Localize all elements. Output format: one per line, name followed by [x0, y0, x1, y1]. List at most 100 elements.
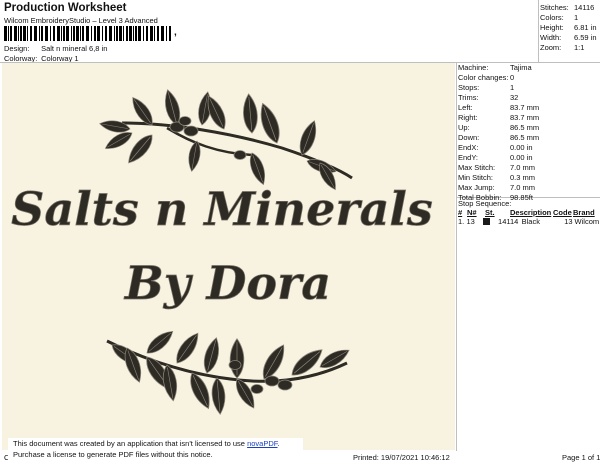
machine-info-row: EndX: 0.00 in: [458, 143, 600, 153]
machine-info-label: Up:: [458, 123, 470, 132]
barcode-bar: [41, 26, 43, 41]
machine-info-value: 1: [510, 83, 515, 92]
machine-info-value: 0: [510, 73, 515, 82]
stat-row-height: Height: 6.81 in: [540, 23, 597, 32]
design-text-line1: Salts n Minerals: [11, 182, 433, 236]
barcode-bar: [109, 26, 112, 41]
design-label: Design:: [4, 44, 30, 53]
barcode-suffix: ,: [174, 27, 177, 38]
barcode-bar: [80, 26, 81, 41]
barcode-bar: [66, 26, 69, 41]
machine-info-row: Max Stitch: 7.0 mm: [458, 163, 600, 173]
barcode-bar: [133, 26, 134, 41]
stat-row-zoom: Zoom: 1:1: [540, 43, 585, 52]
machine-info-value: 86.5 mm: [510, 123, 540, 132]
software-name: Wilcom EmbroideryStudio – Level 3 Advanc…: [4, 16, 158, 25]
stat-row-stitches: Stitches: 14116: [540, 3, 595, 12]
machine-info-label: EndX:: [458, 143, 479, 152]
barcode-bar: [157, 26, 159, 41]
machine-info-value: 7.0 mm: [510, 183, 536, 192]
barcode-bar: [154, 26, 155, 41]
barcode-bar: [169, 26, 171, 41]
barcode-bar: [8, 26, 9, 41]
barcode-bar: [143, 26, 144, 41]
machine-info-row: Max Jump: 7.0 mm: [458, 183, 600, 193]
barcode-bar: [116, 26, 118, 41]
barcode-bar: [71, 26, 72, 41]
barcode-bar: [102, 26, 103, 41]
novapdf-link[interactable]: novaPDF: [247, 439, 277, 448]
machine-info-value: 0.00 in: [510, 143, 533, 152]
barcode-bar: [14, 26, 17, 41]
machine-info-label: Min Stitch:: [458, 173, 494, 182]
barcode-bar: [86, 26, 89, 41]
stop-sequence-header: # N# St. Description Code Brand: [458, 208, 595, 217]
machine-info-row: Up: 86.5 mm: [458, 123, 600, 133]
machine-info-row: Machine: Tajima: [458, 63, 600, 73]
barcode-bar: [150, 26, 153, 41]
machine-info-value: 0.3 mm: [510, 173, 536, 182]
printed-timestamp: Printed: 19/07/2021 10:46:12: [353, 453, 450, 462]
barcode-bar: [18, 26, 19, 41]
page-number: Page 1 of 1: [562, 453, 600, 462]
barcode-bar: [94, 26, 96, 41]
olive-branch-top-icon: [98, 87, 353, 193]
design-text-line2: By Dora: [123, 256, 331, 310]
machine-info-row: Left: 83.7 mm: [458, 103, 600, 113]
barcode-bar: [161, 26, 164, 41]
machine-info-label: Color changes:: [458, 73, 509, 82]
barcode-bar: [91, 26, 92, 41]
machine-info-label: Left:: [458, 103, 473, 112]
machine-info-row: Color changes: 0: [458, 73, 600, 83]
design-stats: Stitches: 14116 Colors: 1 Height: 6.81 in W…: [540, 3, 600, 53]
machine-info-value: 7.0 mm: [510, 163, 536, 172]
machine-info-label: EndY:: [458, 153, 479, 162]
machine-info-row: EndY: 0.00 in: [458, 153, 600, 163]
barcode-bar: [126, 26, 128, 41]
barcode-bar: [27, 26, 28, 41]
machine-info-label: Stops:: [458, 83, 480, 92]
machine-info-panel: Machine: Tajima Color changes: 0 Stops: 1 Trim…: [458, 63, 600, 203]
machine-info-value: 83.7 mm: [510, 113, 540, 122]
barcode-bar: [39, 26, 40, 41]
machine-info-label: Right:: [458, 113, 478, 122]
barcode-bar: [119, 26, 122, 41]
barcode-bar: [10, 26, 12, 41]
barcode-bar: [166, 26, 167, 41]
machine-info-label: Max Jump:: [458, 183, 495, 192]
barcode-bar: [63, 26, 65, 41]
machine-info-row: Down: 86.5 mm: [458, 133, 600, 143]
page-title: Production Worksheet: [4, 2, 127, 14]
machine-info-label: Trims:: [458, 93, 479, 102]
stat-row-width: Width: 6.59 in: [540, 33, 597, 42]
machine-info-value: 32: [510, 93, 519, 102]
design-preview: Salts n Minerals By Dora: [2, 63, 455, 450]
stat-row-colors: Colors: 1: [540, 13, 579, 22]
barcode-bar: [45, 26, 48, 41]
machine-info-row: Right: 83.7 mm: [458, 113, 600, 123]
machine-info-label: Max Stitch:: [458, 163, 496, 172]
barcode-bar: [30, 26, 32, 41]
thread-color-swatch: [483, 218, 491, 225]
machine-info-value: 98.85ft: [510, 193, 533, 202]
barcode-bar: [138, 26, 141, 41]
machine-info-value: 0.00 in: [510, 153, 533, 162]
header-divider-vertical: [538, 0, 539, 63]
machine-info-row: Stops: 1: [458, 83, 600, 93]
machine-info-value: 86.5 mm: [510, 133, 540, 142]
barcode-bar: [20, 26, 22, 41]
barcode-bar: [73, 26, 75, 41]
machine-info-label: Machine:: [458, 63, 489, 72]
olive-branch-bottom-icon: [106, 326, 353, 416]
machine-info-value: 83.7 mm: [510, 103, 540, 112]
panel-divider-vertical: [456, 63, 457, 451]
barcode-bar: [123, 26, 124, 41]
barcode-bar: [4, 26, 7, 41]
stop-sequence-label: Stop Sequence:: [458, 199, 512, 208]
stop-sequence-table: # N# St. Description Code Brand 1. 13 14…: [458, 208, 600, 226]
design-value: Salt n mineral 6,8 in: [41, 44, 108, 53]
barcode-bar: [97, 26, 100, 41]
barcode-bar: [57, 26, 60, 41]
machine-info-row: Trims: 32: [458, 93, 600, 103]
barcode-bar: [23, 26, 26, 41]
